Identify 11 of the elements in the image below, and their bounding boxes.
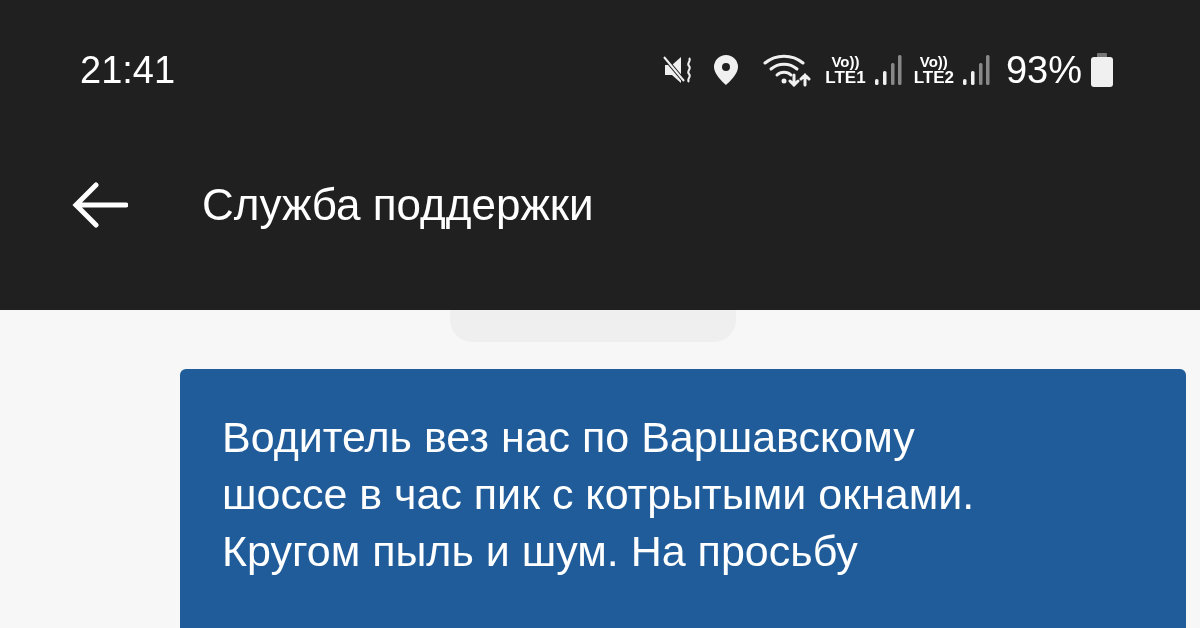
battery-icon: [1090, 52, 1114, 88]
screen-title: Служба поддержки: [202, 179, 594, 231]
message-text: Водитель вез нас по Варшавскому шоссе в час пик с котрытыми окнами. Кругом пыль и шум. На просьбу: [222, 412, 976, 577]
status-time: 21:41: [80, 47, 176, 93]
signal-icon: [961, 53, 990, 87]
location-icon: [713, 54, 740, 86]
battery-percentage: 93%: [1005, 47, 1082, 93]
volte-label: Vo)) LTE2: [913, 54, 954, 86]
volte-label: Vo)) LTE1: [825, 54, 866, 86]
signal-icon: [873, 53, 902, 87]
back-arrow-icon[interactable]: [72, 182, 128, 228]
